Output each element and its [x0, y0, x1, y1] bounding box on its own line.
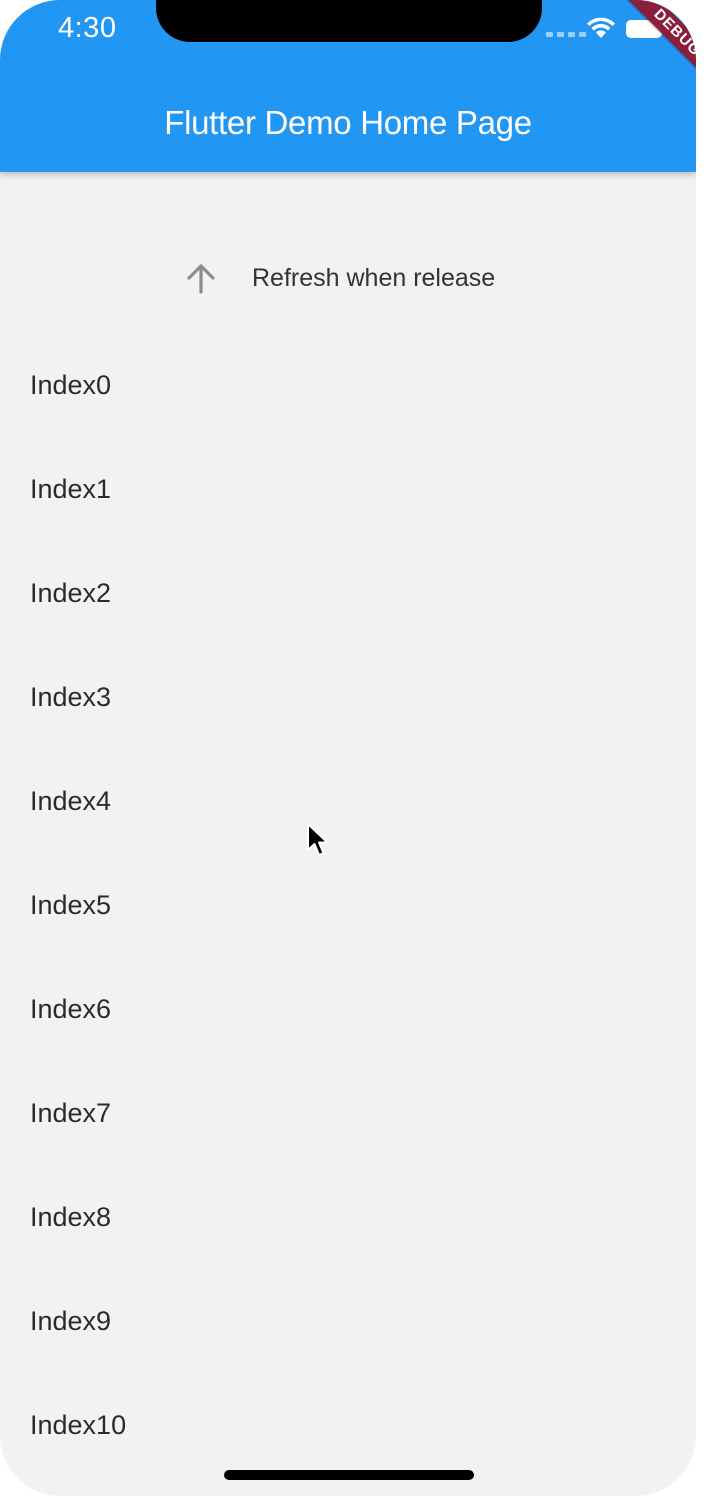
list-item[interactable]: Index3	[30, 682, 111, 713]
list-item[interactable]: Index5	[30, 890, 111, 921]
list-item[interactable]: Index0	[30, 370, 111, 401]
app-bar: Flutter Demo Home Page	[0, 84, 696, 172]
list-item[interactable]: Index7	[30, 1098, 111, 1129]
status-bar: 4:30	[0, 0, 696, 84]
home-indicator[interactable]	[224, 1470, 474, 1480]
cellular-signal-icon	[546, 32, 586, 37]
wifi-icon	[586, 16, 616, 45]
mouse-pointer-icon	[306, 822, 330, 863]
page-title: Flutter Demo Home Page	[164, 104, 532, 141]
arrow-up-icon	[184, 262, 218, 301]
list-item[interactable]: Index2	[30, 578, 111, 609]
list-item[interactable]: Index10	[30, 1410, 126, 1441]
list-item[interactable]: Index8	[30, 1202, 111, 1233]
phone-screen: 4:30 Flutter Demo Home Page DEBUG Refres…	[0, 0, 696, 1496]
status-time: 4:30	[58, 12, 117, 44]
device-notch	[156, 0, 542, 42]
list-item[interactable]: Index9	[30, 1306, 111, 1337]
pull-to-refresh-header: Refresh when release	[0, 250, 696, 310]
list-item[interactable]: Index6	[30, 994, 111, 1025]
refresh-status-text: Refresh when release	[252, 264, 496, 292]
list-item[interactable]: Index4	[30, 786, 111, 817]
list-item[interactable]: Index1	[30, 474, 111, 505]
